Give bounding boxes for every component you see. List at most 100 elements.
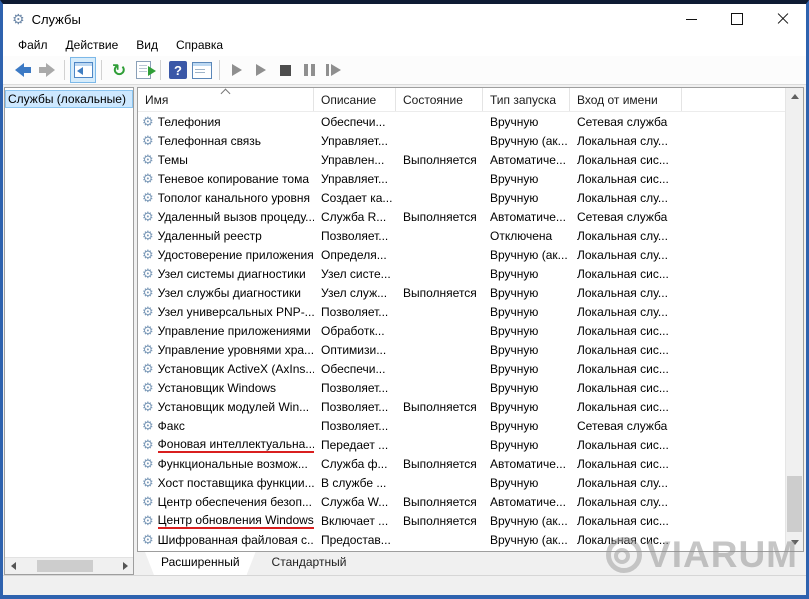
table-row[interactable]: ⚙Удаленный вызов процеду...Служба R...Вы… bbox=[138, 207, 803, 226]
menu-help[interactable]: Справка bbox=[167, 35, 232, 55]
service-gear-icon: ⚙ bbox=[142, 267, 154, 280]
column-header-label: Тип запуска bbox=[490, 93, 556, 107]
scroll-down-icon bbox=[791, 540, 799, 545]
stop-service-button[interactable] bbox=[273, 58, 297, 82]
cell-startup-type: Вручную (ак... bbox=[483, 131, 570, 150]
properties-button[interactable] bbox=[190, 58, 214, 82]
cell-description: Определя... bbox=[314, 245, 396, 264]
cell-description: Узел служ... bbox=[314, 283, 396, 302]
cell-logon-as: Локальная сис... bbox=[570, 340, 682, 359]
sidebar-item-services-local[interactable]: Службы (локальные) bbox=[5, 90, 133, 108]
service-gear-icon: ⚙ bbox=[142, 343, 154, 356]
table-row[interactable]: ⚙Функциональные возмож...Служба ф...Выпо… bbox=[138, 454, 803, 473]
cell-startup-type: Вручную bbox=[483, 397, 570, 416]
table-row[interactable]: ⚙Установщик WindowsПозволяет...ВручнуюЛо… bbox=[138, 378, 803, 397]
forward-button[interactable] bbox=[35, 58, 59, 82]
service-name: Узел системы диагностики bbox=[158, 267, 306, 281]
cell-name: ⚙Телефонная связь bbox=[138, 131, 314, 150]
resume-service-button[interactable] bbox=[249, 58, 273, 82]
toolbar-separator bbox=[64, 60, 65, 80]
menu-action[interactable]: Действие bbox=[57, 35, 128, 55]
service-gear-icon: ⚙ bbox=[142, 495, 154, 508]
cell-logon-as: Локальная сис... bbox=[570, 530, 682, 549]
pause-service-icon bbox=[304, 64, 315, 76]
details-column: Имя Описание Состояние Тип запуска Вход … bbox=[137, 87, 804, 575]
column-header-status[interactable]: Состояние bbox=[396, 88, 483, 111]
table-row[interactable]: ⚙Хост поставщика функции...В службе ...В… bbox=[138, 473, 803, 492]
table-row[interactable]: ⚙Управление приложениямиОбработк...Вручн… bbox=[138, 321, 803, 340]
table-row[interactable]: ⚙Удаленный реестрПозволяет...ОтключенаЛо… bbox=[138, 226, 803, 245]
toolbar-separator bbox=[101, 60, 102, 80]
sidebar-horizontal-scrollbar[interactable] bbox=[5, 557, 133, 574]
console-tree-toggle-button[interactable] bbox=[70, 57, 96, 83]
cell-startup-type: Вручную bbox=[483, 264, 570, 283]
refresh-button[interactable]: ↻ bbox=[107, 58, 131, 82]
export-list-button[interactable] bbox=[131, 58, 155, 82]
help-button[interactable]: ? bbox=[166, 58, 190, 82]
table-row[interactable]: ⚙ТемыУправлен...ВыполняетсяАвтоматиче...… bbox=[138, 150, 803, 169]
table-row[interactable]: ⚙Управление уровнями хра...Оптимизи...Вр… bbox=[138, 340, 803, 359]
cell-name: ⚙Факс bbox=[138, 416, 314, 435]
scroll-right-button[interactable] bbox=[117, 558, 133, 574]
cell-name: ⚙Установщик Windows bbox=[138, 378, 314, 397]
table-row[interactable]: ⚙Фоновая интеллектуальна...Передает ...В… bbox=[138, 435, 803, 454]
table-row[interactable]: ⚙Узел универсальных PNP-...Позволяет...В… bbox=[138, 302, 803, 321]
close-button[interactable] bbox=[760, 4, 806, 34]
vertical-scrollbar[interactable] bbox=[785, 88, 803, 551]
table-row[interactable]: ⚙Теневое копирование томаУправляет...Вру… bbox=[138, 169, 803, 188]
menu-file[interactable]: Файл bbox=[9, 35, 57, 55]
service-name: Узел универсальных PNP-... bbox=[158, 305, 314, 319]
table-row[interactable]: ⚙Установщик модулей Win...Позволяет...Вы… bbox=[138, 397, 803, 416]
cell-status bbox=[396, 226, 483, 245]
cell-description: Служба ф... bbox=[314, 454, 396, 473]
tab-standard[interactable]: Стандартный bbox=[256, 552, 363, 575]
column-header-startup-type[interactable]: Тип запуска bbox=[483, 88, 570, 111]
table-row[interactable]: ⚙Узел службы диагностикиУзел служ...Выпо… bbox=[138, 283, 803, 302]
table-row[interactable]: ⚙Центр обеспечения безоп...Служба W...Вы… bbox=[138, 492, 803, 511]
column-header-name[interactable]: Имя bbox=[138, 88, 314, 111]
services-list: ⚙ТелефонияОбеспечи...ВручнуюСетевая служ… bbox=[138, 112, 803, 551]
sidebar-scroll-thumb[interactable] bbox=[37, 560, 93, 572]
cell-status bbox=[396, 245, 483, 264]
scroll-down-button[interactable] bbox=[786, 534, 803, 551]
service-name: Управление приложениями bbox=[158, 324, 311, 338]
window-controls bbox=[668, 4, 806, 34]
scroll-left-button[interactable] bbox=[5, 558, 21, 574]
scroll-up-button[interactable] bbox=[786, 88, 803, 105]
cell-name: ⚙Хост поставщика функции... bbox=[138, 473, 314, 492]
table-row[interactable]: ⚙Установщик ActiveX (AxIns...Обеспечи...… bbox=[138, 359, 803, 378]
scroll-thumb[interactable] bbox=[787, 476, 802, 532]
start-service-button[interactable] bbox=[225, 58, 249, 82]
service-gear-icon: ⚙ bbox=[142, 229, 154, 242]
cell-name: ⚙Центр обеспечения безоп... bbox=[138, 492, 314, 511]
minimize-button[interactable] bbox=[668, 4, 714, 34]
cell-description: Управляет... bbox=[314, 169, 396, 188]
column-header-description[interactable]: Описание bbox=[314, 88, 396, 111]
cell-description: Обеспечи... bbox=[314, 112, 396, 131]
window-title: Службы bbox=[32, 12, 81, 27]
service-name: Функциональные возмож... bbox=[158, 457, 308, 471]
restart-service-button[interactable] bbox=[321, 58, 345, 82]
cell-description: Передает ... bbox=[314, 435, 396, 454]
table-row[interactable]: ⚙Центр обновления WindowsВключает ...Вып… bbox=[138, 511, 803, 530]
cell-startup-type: Вручную bbox=[483, 283, 570, 302]
table-row[interactable]: ⚙Телефонная связьУправляет...Вручную (ак… bbox=[138, 131, 803, 150]
table-row[interactable]: ⚙ФаксПозволяет...ВручнуюСетевая служба bbox=[138, 416, 803, 435]
pause-service-button[interactable] bbox=[297, 58, 321, 82]
service-gear-icon: ⚙ bbox=[142, 419, 154, 432]
maximize-button[interactable] bbox=[714, 4, 760, 34]
table-row[interactable]: ⚙Узел системы диагностикиУзел систе...Вр… bbox=[138, 264, 803, 283]
table-row[interactable]: ⚙Шифрованная файловая с...Предостав...Вр… bbox=[138, 530, 803, 549]
column-header-logon-as[interactable]: Вход от имени bbox=[570, 88, 682, 111]
table-row[interactable]: ⚙Удостоверение приложенияОпределя...Вруч… bbox=[138, 245, 803, 264]
menu-view[interactable]: Вид bbox=[127, 35, 167, 55]
back-button[interactable] bbox=[11, 58, 35, 82]
table-row[interactable]: ⚙ТелефонияОбеспечи...ВручнуюСетевая служ… bbox=[138, 112, 803, 131]
stop-service-icon bbox=[280, 65, 291, 76]
tab-extended[interactable]: Расширенный bbox=[145, 552, 256, 575]
cell-startup-type: Вручную bbox=[483, 302, 570, 321]
cell-logon-as: Локальная сис... bbox=[570, 397, 682, 416]
table-row[interactable]: ⚙Тополог канального уровняСоздает ка...В… bbox=[138, 188, 803, 207]
column-header-label: Состояние bbox=[403, 93, 463, 107]
cell-status bbox=[396, 188, 483, 207]
